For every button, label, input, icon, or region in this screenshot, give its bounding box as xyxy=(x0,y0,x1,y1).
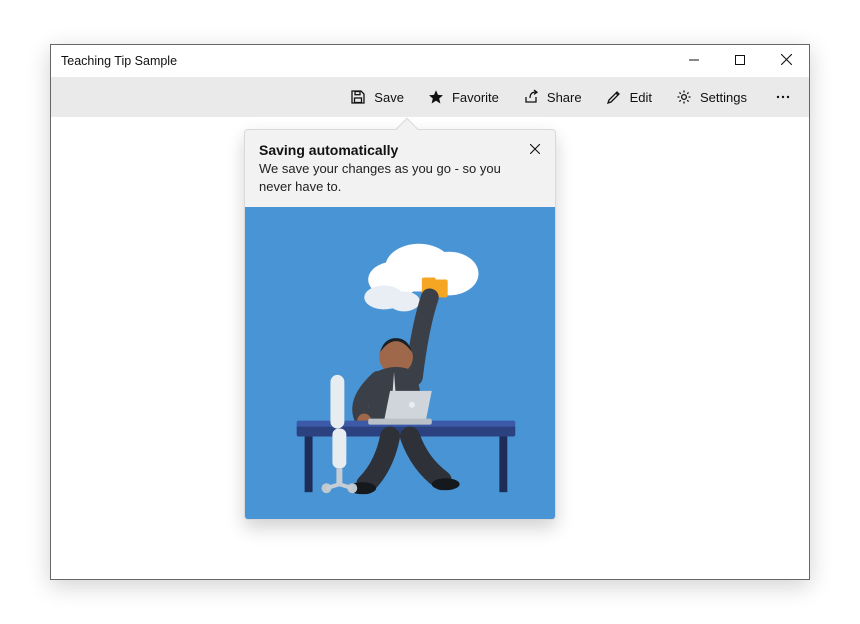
command-bar: Save Favorite Share Edit Settings xyxy=(51,77,809,117)
minimize-icon xyxy=(689,54,699,68)
save-button[interactable]: Save xyxy=(340,83,414,111)
minimize-button[interactable] xyxy=(671,45,717,77)
settings-label: Settings xyxy=(700,90,747,105)
close-icon xyxy=(781,54,792,68)
teaching-tip-subtitle: We save your changes as you go - so you … xyxy=(259,160,519,195)
pencil-icon xyxy=(606,89,622,105)
star-icon xyxy=(428,89,444,105)
more-icon xyxy=(775,89,791,105)
edit-label: Edit xyxy=(630,90,652,105)
maximize-button[interactable] xyxy=(717,45,763,77)
overflow-button[interactable] xyxy=(761,83,805,111)
gear-icon xyxy=(676,89,692,105)
favorite-button[interactable]: Favorite xyxy=(418,83,509,111)
teaching-tip-header: Saving automatically We save your change… xyxy=(245,130,555,207)
save-label: Save xyxy=(374,90,404,105)
edit-button[interactable]: Edit xyxy=(596,83,662,111)
settings-button[interactable]: Settings xyxy=(666,83,757,111)
content-area: Saving automatically We save your change… xyxy=(51,117,809,579)
share-button[interactable]: Share xyxy=(513,83,592,111)
teaching-tip: Saving automatically We save your change… xyxy=(244,129,556,520)
close-icon xyxy=(530,141,540,159)
favorite-label: Favorite xyxy=(452,90,499,105)
teaching-tip-close-button[interactable] xyxy=(523,138,547,162)
close-window-button[interactable] xyxy=(763,45,809,77)
titlebar: Teaching Tip Sample xyxy=(51,45,809,77)
window-title: Teaching Tip Sample xyxy=(61,54,177,68)
share-label: Share xyxy=(547,90,582,105)
app-window: Teaching Tip Sample Save xyxy=(50,44,810,580)
maximize-icon xyxy=(735,54,745,68)
share-icon xyxy=(523,89,539,105)
teaching-tip-title: Saving automatically xyxy=(259,142,519,158)
teaching-tip-hero-image xyxy=(245,207,555,519)
save-icon xyxy=(350,89,366,105)
